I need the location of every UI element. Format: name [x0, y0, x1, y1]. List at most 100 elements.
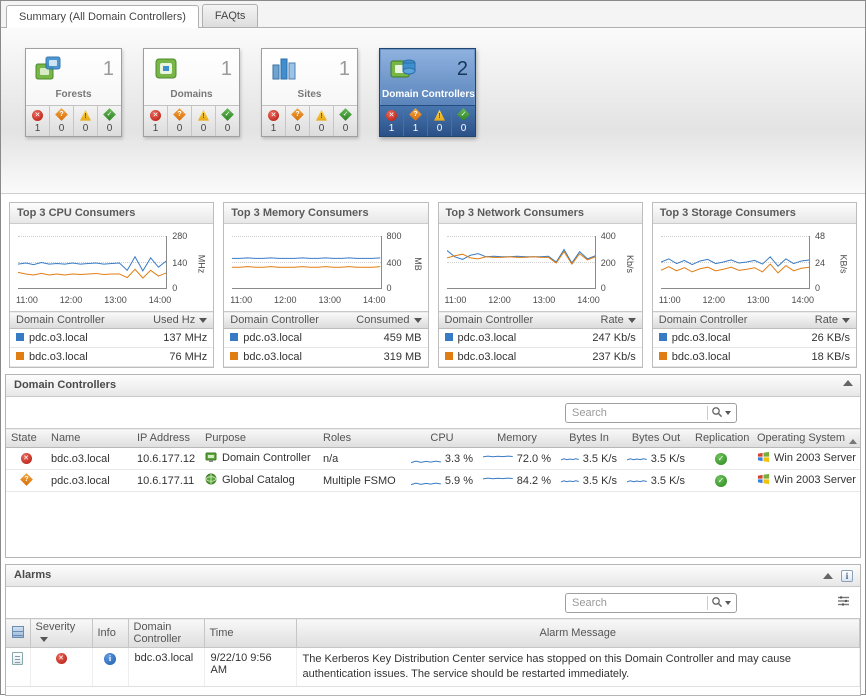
column-consumed[interactable]: Consumed — [348, 312, 428, 329]
series-swatch — [230, 352, 238, 360]
alarm-row[interactable]: i bdc.o3.local 9/22/10 9:56 AM The Kerbe… — [6, 648, 860, 687]
dc-search-input[interactable] — [572, 407, 704, 419]
memory-consumer-row[interactable]: bdc.o3.local319 MB — [224, 348, 427, 367]
storage-y-axis: 48240 — [812, 232, 832, 289]
cpu-consumer-row[interactable]: pdc.o3.local137 MHz — [10, 329, 213, 348]
windows-icon — [757, 476, 770, 488]
domains-warning-count[interactable]: 0 — [192, 106, 216, 136]
column-name[interactable]: Name — [46, 429, 132, 448]
forests-label: Forests — [26, 87, 121, 105]
replication-ok-icon: ✓ — [715, 453, 727, 465]
domain-controllers-section: Domain Controllers State Name IP Address… — [5, 374, 861, 558]
alarms-table: Severity Info Domain Controller Time Ala… — [6, 618, 860, 687]
domains-count: 1 — [221, 58, 232, 81]
column-replication[interactable]: Replication — [690, 429, 752, 448]
forests-critical-count[interactable]: 0 — [50, 106, 74, 136]
dc-table-row[interactable]: bdc.o3.local 10.6.177.12 Domain Controll… — [6, 448, 860, 470]
domain-controllers-normal-count[interactable]: 0 — [452, 106, 475, 136]
network-consumer-row[interactable]: pdc.o3.local247 Kb/s — [439, 329, 642, 348]
memory-cell-sparkline — [483, 453, 513, 465]
cpu-y-axis: 2801400 — [169, 232, 189, 289]
customize-table-icon[interactable] — [837, 595, 850, 610]
domain-controllers-fatal-count[interactable]: 1 — [380, 106, 404, 136]
forests-icon — [33, 53, 63, 86]
column-rate[interactable]: Rate — [574, 312, 642, 329]
column-rate[interactable]: Rate — [792, 312, 856, 329]
sites-normal-count[interactable]: 0 — [334, 106, 357, 136]
sites-critical-count[interactable]: 0 — [286, 106, 310, 136]
column-domain-controller[interactable]: Domain Controller — [653, 312, 792, 329]
section-info-icon[interactable]: i — [841, 570, 853, 582]
dc-search-row — [6, 397, 860, 428]
forests-normal-count[interactable]: 0 — [98, 106, 121, 136]
alarms-search-box[interactable] — [565, 593, 737, 613]
panel-storage-consumers: Top 3 Storage Consumers 48240 KB/s 11:00… — [652, 202, 857, 368]
tile-domains[interactable]: 1 Domains 1 0 0 0 — [143, 48, 240, 137]
sites-warning-count[interactable]: 0 — [310, 106, 334, 136]
search-options-dropdown-icon[interactable] — [725, 601, 731, 605]
domain-controllers-icon — [387, 53, 417, 86]
dc-search-box[interactable] — [565, 403, 737, 423]
storage-panel-title: Top 3 Storage Consumers — [653, 203, 856, 224]
column-used-hz[interactable]: Used Hz — [139, 312, 213, 329]
column-domain-controller[interactable]: Domain Controller — [128, 619, 204, 648]
column-bytes-in[interactable]: Bytes In — [556, 429, 622, 448]
column-memory[interactable]: Memory — [478, 429, 556, 448]
column-info[interactable]: Info — [92, 619, 128, 648]
column-state[interactable]: State — [6, 429, 46, 448]
info-icon[interactable]: i — [104, 653, 116, 665]
alarms-search-input[interactable] — [572, 597, 704, 609]
search-options-dropdown-icon[interactable] — [725, 411, 731, 415]
column-acknowledge[interactable] — [6, 619, 30, 648]
fatal-icon — [268, 110, 279, 121]
network-consumer-row[interactable]: bdc.o3.local237 Kb/s — [439, 348, 642, 367]
domain-controllers-section-header: Domain Controllers — [6, 375, 860, 397]
tile-sites[interactable]: 1 Sites 1 0 0 0 — [261, 48, 358, 137]
column-domain-controller[interactable]: Domain Controller — [439, 312, 574, 329]
column-roles[interactable]: Roles — [318, 429, 406, 448]
forests-warning-count[interactable]: 0 — [74, 106, 98, 136]
cpu-panel-title: Top 3 CPU Consumers — [10, 203, 213, 224]
dc-table-row[interactable]: pdc.o3.local 10.6.177.11 Global Catalog … — [6, 470, 860, 492]
domains-icon — [151, 53, 181, 86]
domain-controllers-warning-count[interactable]: 0 — [428, 106, 452, 136]
search-icon[interactable] — [711, 406, 723, 421]
network-sparkline — [447, 236, 595, 288]
domain-controllers-critical-count[interactable]: 1 — [404, 106, 428, 136]
fatal-severity-icon — [56, 653, 67, 664]
column-domain-controller[interactable]: Domain Controller — [10, 312, 139, 329]
scroll-up-icon[interactable] — [849, 439, 857, 444]
domain-controllers-status-row: 1 1 0 0 — [380, 105, 475, 136]
tile-domain-controllers[interactable]: 2 Domain Controllers 1 1 0 0 — [379, 48, 476, 137]
storage-consumer-row[interactable]: pdc.o3.local26 KB/s — [653, 329, 856, 348]
search-icon[interactable] — [711, 596, 723, 611]
collapse-section-icon[interactable] — [843, 380, 853, 386]
sites-fatal-count[interactable]: 1 — [262, 106, 286, 136]
column-purpose[interactable]: Purpose — [200, 429, 318, 448]
column-ip-address[interactable]: IP Address — [132, 429, 200, 448]
tab-faqts[interactable]: FAQts — [202, 4, 259, 27]
storage-consumer-row[interactable]: bdc.o3.local18 KB/s — [653, 348, 856, 367]
column-bytes-out[interactable]: Bytes Out — [622, 429, 690, 448]
domains-fatal-count[interactable]: 1 — [144, 106, 168, 136]
memory-consumer-row[interactable]: pdc.o3.local459 MB — [224, 329, 427, 348]
domains-normal-count[interactable]: 0 — [216, 106, 239, 136]
column-operating-system[interactable]: Operating System — [752, 429, 860, 448]
domains-critical-count[interactable]: 0 — [168, 106, 192, 136]
series-swatch — [16, 333, 24, 341]
column-domain-controller[interactable]: Domain Controller — [224, 312, 347, 329]
column-alarm-message[interactable]: Alarm Message — [296, 619, 860, 648]
column-severity[interactable]: Severity — [30, 619, 92, 648]
critical-icon — [409, 108, 422, 121]
tile-forests[interactable]: 1 Forests 1 0 0 0 — [25, 48, 122, 137]
forests-fatal-count[interactable]: 1 — [26, 106, 50, 136]
bytes-in-cell-sparkline — [561, 475, 579, 487]
cpu-consumer-row[interactable]: bdc.o3.local76 MHz — [10, 348, 213, 367]
collapse-section-icon[interactable] — [823, 573, 833, 579]
sort-desc-icon — [40, 637, 48, 642]
alarm-note-icon[interactable] — [12, 652, 23, 665]
tab-summary[interactable]: Summary (All Domain Controllers) — [6, 5, 199, 28]
column-time[interactable]: Time — [204, 619, 296, 648]
alarms-section: Alarms i Severity Info Domain Controller… — [5, 564, 861, 696]
column-cpu[interactable]: CPU — [406, 429, 478, 448]
